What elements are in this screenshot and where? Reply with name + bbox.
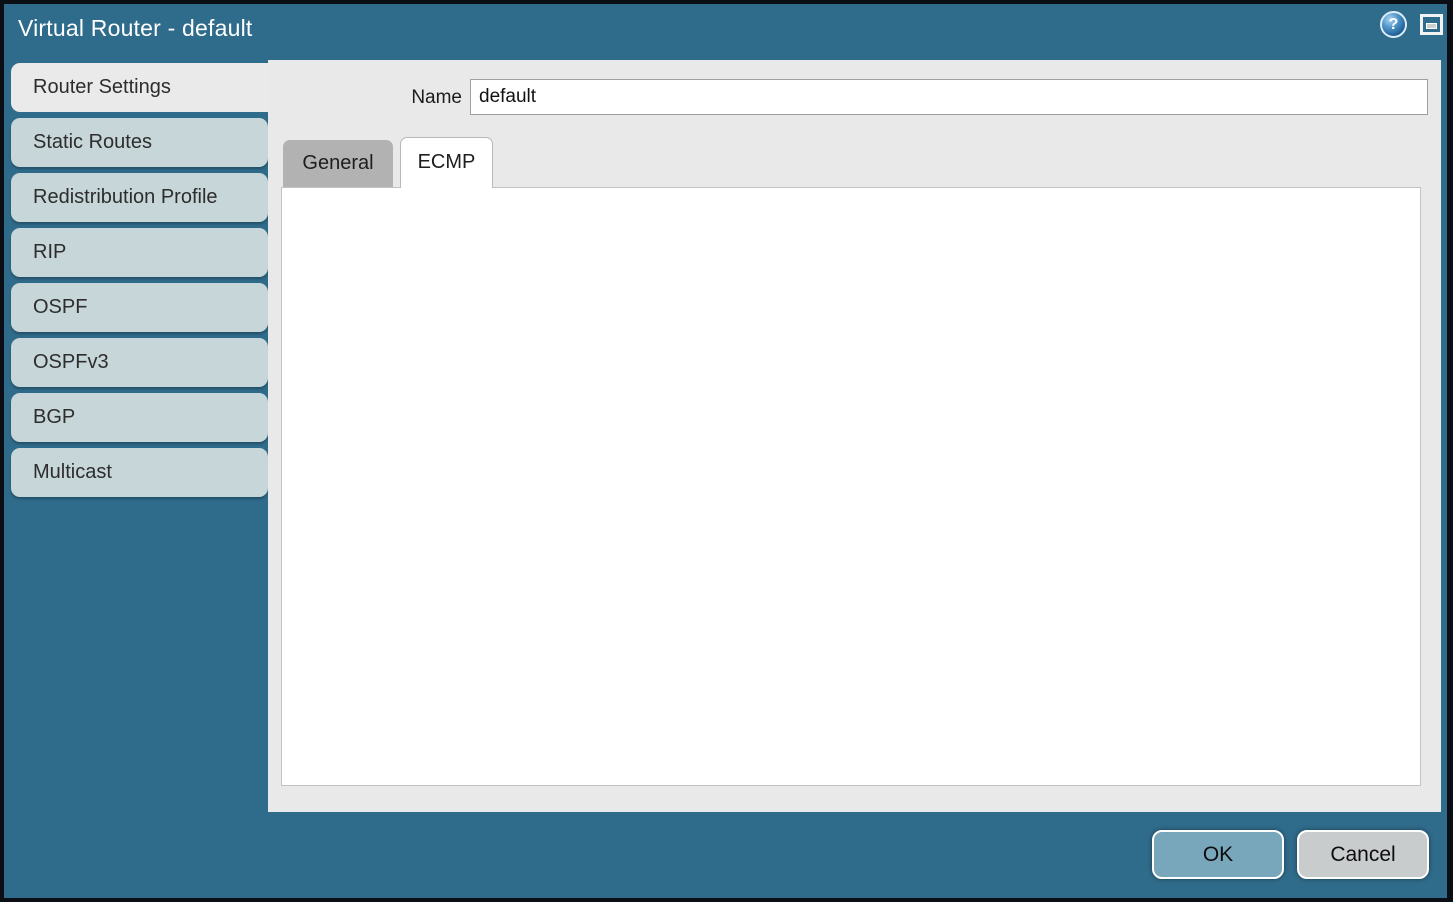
dialog-title: Virtual Router - default: [18, 15, 253, 42]
screenshot-frame: Virtual Router - default ? Router Settin…: [0, 0, 1453, 902]
sidebar-item-rip[interactable]: RIP: [11, 228, 268, 277]
tab-general[interactable]: General: [283, 140, 393, 187]
sidebar-item-redistribution-profile[interactable]: Redistribution Profile: [11, 173, 268, 222]
sidebar-item-bgp[interactable]: BGP: [11, 393, 268, 442]
sidebar: Router Settings Static Routes Redistribu…: [11, 63, 272, 497]
name-input[interactable]: [470, 79, 1428, 115]
restore-window-icon[interactable]: [1420, 14, 1443, 35]
restore-window-icon-inner: [1426, 23, 1437, 29]
ecmp-tab-panel: [281, 187, 1421, 786]
sidebar-item-ospfv3[interactable]: OSPFv3: [11, 338, 268, 387]
virtual-router-dialog: Virtual Router - default ? Router Settin…: [4, 4, 1447, 898]
sidebar-item-router-settings[interactable]: Router Settings: [11, 63, 272, 112]
help-icon[interactable]: ?: [1380, 11, 1407, 38]
sidebar-item-multicast[interactable]: Multicast: [11, 448, 268, 497]
cancel-button[interactable]: Cancel: [1297, 830, 1429, 879]
sidebar-item-ospf[interactable]: OSPF: [11, 283, 268, 332]
sidebar-item-static-routes[interactable]: Static Routes: [11, 118, 268, 167]
ok-button[interactable]: OK: [1152, 830, 1284, 879]
name-label: Name: [380, 87, 462, 109]
tab-ecmp[interactable]: ECMP: [400, 137, 493, 188]
